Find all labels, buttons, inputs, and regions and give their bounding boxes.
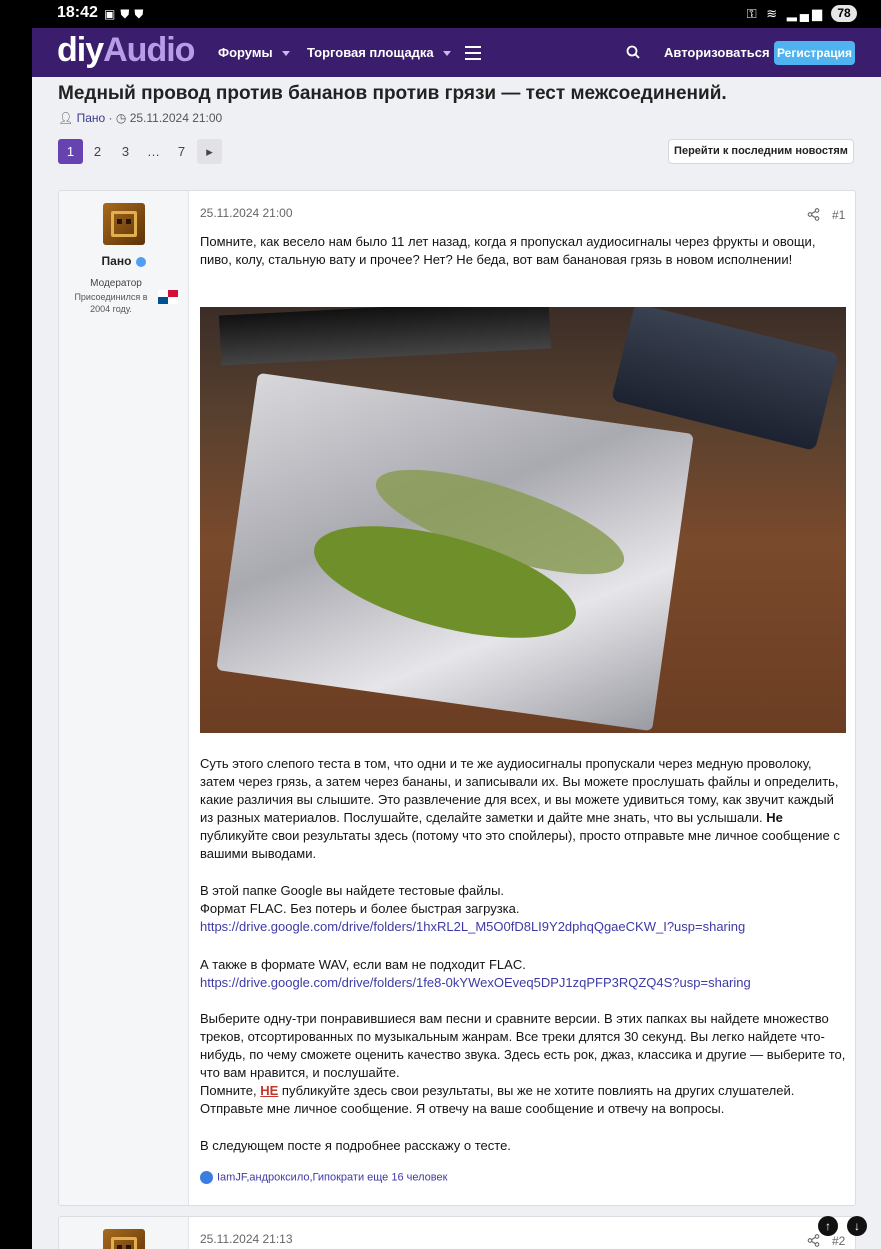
- p1-text: Суть этого слепого теста в том, что одни…: [200, 756, 839, 825]
- arrow-down-icon: ↓: [854, 1219, 860, 1233]
- reminder-ne: НЕ: [260, 1083, 279, 1098]
- like-icon: [200, 1171, 213, 1184]
- user-title: Модератор: [90, 278, 142, 289]
- page-7[interactable]: 7: [169, 139, 194, 164]
- verified-badge-icon: [136, 256, 147, 267]
- post-number[interactable]: #2: [832, 1234, 845, 1248]
- jump-to-latest-button[interactable]: Перейти к последним новостям: [668, 139, 854, 164]
- flac-note: Формат FLAC. Без потерь и более быстрая …: [200, 901, 520, 916]
- chevron-down-icon[interactable]: [281, 51, 290, 57]
- flac-link[interactable]: https://drive.google.com/drive/folders/1…: [200, 918, 846, 936]
- post-wav-section: А также в формате WAV, если вам не подхо…: [200, 956, 846, 992]
- reminder-post: публикуйте здесь свои результаты, вы же …: [281, 1083, 795, 1098]
- top-navigation: diyAudio Форумы Торговая площадка Автори…: [32, 28, 881, 77]
- nav-forums-label: Форумы: [218, 45, 273, 60]
- site-logo[interactable]: diyAudio: [57, 31, 195, 70]
- post-author-sidebar: Пано Модератор Присоединился в 2004 году…: [59, 191, 189, 1205]
- clock: 18:42: [57, 4, 98, 21]
- nav-forums[interactable]: Форумы: [218, 45, 290, 60]
- avatar[interactable]: [103, 1229, 145, 1249]
- post-1: Пано Модератор Присоединился в 2004 году…: [58, 190, 856, 1206]
- post-number[interactable]: #1: [832, 208, 845, 222]
- post-paragraph-3: Выберите одну-три понравившиеся вам песн…: [200, 1011, 846, 1080]
- wifi-icon: ≋: [766, 6, 781, 21]
- key-icon: ⚿: [746, 6, 760, 21]
- share-icon[interactable]: [807, 208, 820, 221]
- clock-icon: ◷: [115, 111, 127, 125]
- thread-date[interactable]: 25.11.2024 21:00: [130, 111, 223, 125]
- reminder-line2: Отправьте мне личное сообщение. Я отвечу…: [200, 1101, 725, 1116]
- browser-page: diyAudio Форумы Торговая площадка Автори…: [32, 28, 881, 1249]
- thread-meta: 👤︎ Пано · ◷ 25.11.2024 21:00: [58, 111, 222, 125]
- system-icons: ⚿ ≋ ▂▄▆: [747, 6, 825, 22]
- reactions-bar[interactable]: IamJF,андроксило,Гипократи еще 16 челове…: [200, 1171, 447, 1184]
- shield-icon: ⛊: [120, 7, 135, 21]
- screenshot-icon: ▣: [104, 7, 121, 21]
- post-2: 25.11.2024 21:13 #2: [58, 1216, 856, 1249]
- battery-indicator: 78: [831, 5, 857, 22]
- post-author-label: Пано: [101, 254, 132, 268]
- post-next-note: В следующем посте я подробнее расскажу о…: [200, 1138, 511, 1153]
- user-joined: Присоединился в 2004 году.: [74, 292, 148, 314]
- notification-icons: ▣⛊⛊: [104, 7, 148, 22]
- p1-bold: Не: [766, 810, 783, 825]
- chevron-right-icon: ▸: [206, 144, 213, 159]
- post-intro: Помните, как весело нам было 11 лет наза…: [200, 234, 816, 267]
- panama-flag-icon: [158, 290, 178, 304]
- page-1[interactable]: 1: [58, 139, 83, 164]
- thread-title: Медный провод против бананов против гряз…: [58, 83, 727, 104]
- left-edge: [0, 28, 32, 1249]
- reactions-list[interactable]: IamJF,андроксило,Гипократи еще 16 челове…: [217, 1171, 447, 1183]
- wav-link[interactable]: https://drive.google.com/drive/folders/1…: [200, 974, 846, 992]
- scroll-up-button[interactable]: ↑: [818, 1216, 838, 1236]
- share-icon[interactable]: [807, 1234, 820, 1247]
- list-icon[interactable]: [465, 46, 481, 60]
- login-link[interactable]: Авторизоваться: [664, 45, 770, 60]
- post-date[interactable]: 25.11.2024 21:00: [200, 206, 293, 220]
- chevron-down-icon[interactable]: [442, 51, 451, 57]
- post-paragraph-1: Суть этого слепого теста в том, что одни…: [200, 755, 846, 863]
- user-icon: 👤︎: [58, 111, 74, 125]
- avatar[interactable]: [103, 203, 145, 245]
- post-author-name[interactable]: Пано: [59, 254, 189, 268]
- next-page-button[interactable]: ▸: [197, 139, 222, 164]
- nav-marketplace-label: Торговая площадка: [307, 45, 434, 60]
- page-3[interactable]: 3: [113, 139, 138, 164]
- system-status-bar: 18:42 ▣⛊⛊ ⚿ ≋ ▂▄▆ 78: [0, 0, 881, 28]
- meta-separator: ·: [108, 111, 113, 125]
- arrow-up-icon: ↑: [825, 1219, 831, 1233]
- logo-diy: diy: [57, 31, 104, 69]
- scroll-down-button[interactable]: ↓: [847, 1216, 867, 1236]
- post-reminder: Помните, НЕ публикуйте здесь свои резуль…: [200, 1082, 846, 1118]
- logo-audio: Audio: [103, 31, 195, 69]
- signal-icon: ▂▄▆: [786, 6, 825, 21]
- register-button[interactable]: Регистрация: [774, 41, 855, 65]
- post-files-section: В этой папке Google вы найдете тестовые …: [200, 882, 846, 936]
- nav-marketplace[interactable]: Торговая площадка: [307, 45, 451, 60]
- reminder-pre: Помните,: [200, 1083, 257, 1098]
- search-icon[interactable]: [626, 45, 640, 59]
- shield-icon: ⛊: [134, 7, 149, 21]
- google-intro: В этой папке Google вы найдете тестовые …: [200, 883, 505, 898]
- post-date[interactable]: 25.11.2024 21:13: [200, 1232, 293, 1246]
- page-ellipsis[interactable]: …: [141, 139, 166, 164]
- post-author-sidebar: [59, 1217, 189, 1249]
- wav-note: А также в формате WAV, если вам не подхо…: [200, 957, 526, 972]
- banana-experiment-photo[interactable]: [200, 307, 846, 733]
- p1-tail: публикуйте свои результаты здесь (потому…: [200, 828, 840, 861]
- page-2[interactable]: 2: [85, 139, 110, 164]
- thread-author[interactable]: Пано: [77, 111, 106, 125]
